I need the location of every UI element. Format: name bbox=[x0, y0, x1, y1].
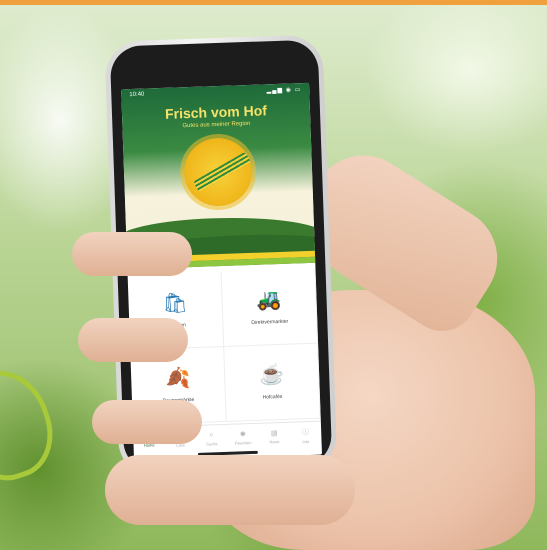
finger-little bbox=[105, 455, 355, 525]
tab-info[interactable]: ⓘ Info bbox=[290, 426, 321, 444]
tab-label: Favoriten bbox=[234, 439, 252, 446]
coffee-cup-icon: ☕ bbox=[258, 363, 285, 387]
tile-label: Hofcafés bbox=[262, 393, 283, 401]
tab-news[interactable]: ▤ News bbox=[259, 428, 290, 444]
tab-label: News bbox=[269, 438, 280, 444]
tile-label: Direktvermarkter bbox=[251, 318, 289, 326]
status-time: 10:40 bbox=[129, 91, 145, 99]
top-accent-bar bbox=[0, 0, 547, 5]
shopping-bag-icon: 🛍 bbox=[162, 292, 189, 316]
status-icons: ▂▄▆ ◉ ▭ bbox=[266, 87, 302, 95]
tile-direktvermarkter[interactable]: 🚜 Direktvermarkter bbox=[221, 268, 319, 347]
star-icon: ✱ bbox=[239, 430, 246, 438]
finger-ring bbox=[92, 400, 202, 444]
wheat-stripes bbox=[193, 151, 252, 193]
info-icon: ⓘ bbox=[301, 428, 310, 436]
news-icon: ▤ bbox=[270, 429, 278, 437]
tab-label: Info bbox=[302, 438, 310, 444]
finger-index bbox=[72, 232, 192, 276]
sunflower-logo-icon bbox=[182, 136, 254, 208]
tab-favoriten[interactable]: ✱ Favoriten bbox=[228, 429, 259, 445]
tab-label: Suche bbox=[206, 440, 218, 447]
search-icon: ⌕ bbox=[209, 430, 214, 439]
tile-hofcafes[interactable]: ☕ Hofcafés bbox=[224, 343, 321, 422]
tractor-icon: 🚜 bbox=[256, 288, 282, 312]
finger-middle bbox=[78, 318, 188, 362]
tab-suche[interactable]: ⌕ Suche bbox=[196, 430, 227, 446]
leaf-icon: 🍂 bbox=[164, 367, 191, 391]
phone-notch bbox=[177, 51, 251, 69]
